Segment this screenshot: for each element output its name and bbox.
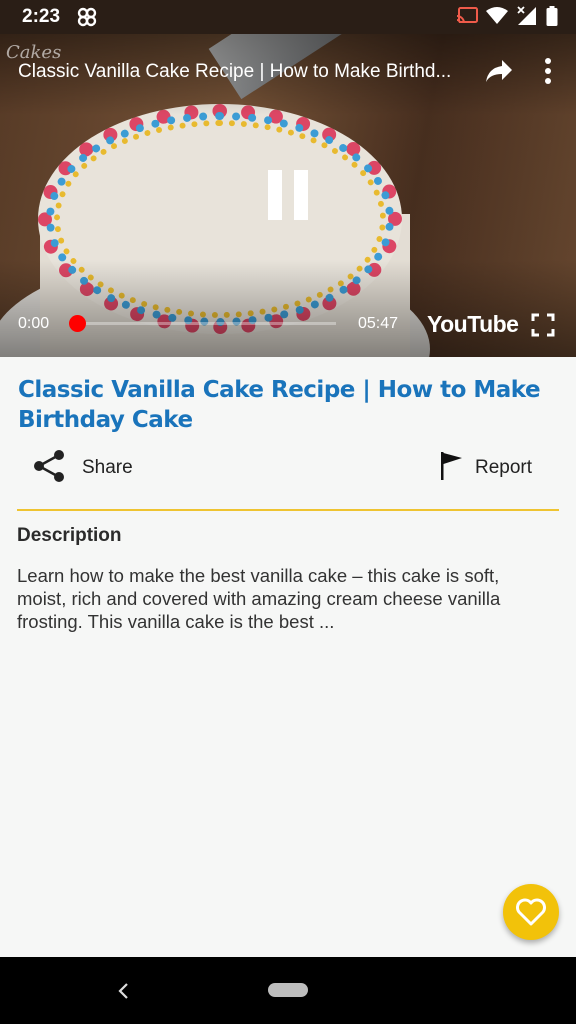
status-bar: 2:23 [0, 0, 576, 34]
report-label: Report [474, 457, 532, 478]
share-button[interactable]: Share [32, 448, 133, 488]
description-text: Learn how to make the best vanilla cake … [17, 565, 501, 632]
heart-outline-icon [516, 898, 546, 926]
divider [17, 509, 559, 511]
wifi-icon [486, 7, 508, 30]
action-row: Share Report [0, 448, 576, 492]
share-label: Share [82, 457, 133, 478]
pinwheel-icon [76, 6, 98, 33]
video-title[interactable]: Classic Vanilla Cake Recipe | How to Mak… [18, 61, 468, 83]
clock: 2:23 [22, 6, 61, 27]
more-vert-icon[interactable] [538, 56, 558, 86]
signal-icon [516, 6, 538, 31]
video-player[interactable]: Cakes Classic Vanilla Cake Recipe | How … [0, 34, 576, 357]
favorite-button[interactable] [503, 884, 559, 940]
home-pill[interactable] [268, 983, 308, 997]
current-time: 0:00 [18, 315, 50, 332]
report-button[interactable]: Report [439, 448, 532, 488]
system-nav-bar [0, 957, 576, 1024]
recipe-title: Classic Vanilla Cake Recipe | How to Mak… [18, 377, 541, 433]
pause-icon[interactable] [266, 170, 310, 220]
fullscreen-icon[interactable] [531, 313, 555, 337]
share-arrow-icon [486, 60, 512, 82]
video-share-button[interactable] [484, 58, 514, 84]
duration: 05:47 [358, 315, 399, 332]
description-heading: Description [17, 525, 122, 546]
status-icons [456, 6, 558, 31]
battery-icon [546, 6, 558, 31]
youtube-logo[interactable]: YouTube [427, 311, 519, 338]
flag-icon [439, 450, 463, 487]
progress-track[interactable] [70, 322, 336, 325]
cast-icon [456, 7, 478, 30]
back-icon[interactable] [112, 979, 136, 1003]
share-icon [32, 449, 66, 488]
progress-knob[interactable] [69, 315, 86, 332]
